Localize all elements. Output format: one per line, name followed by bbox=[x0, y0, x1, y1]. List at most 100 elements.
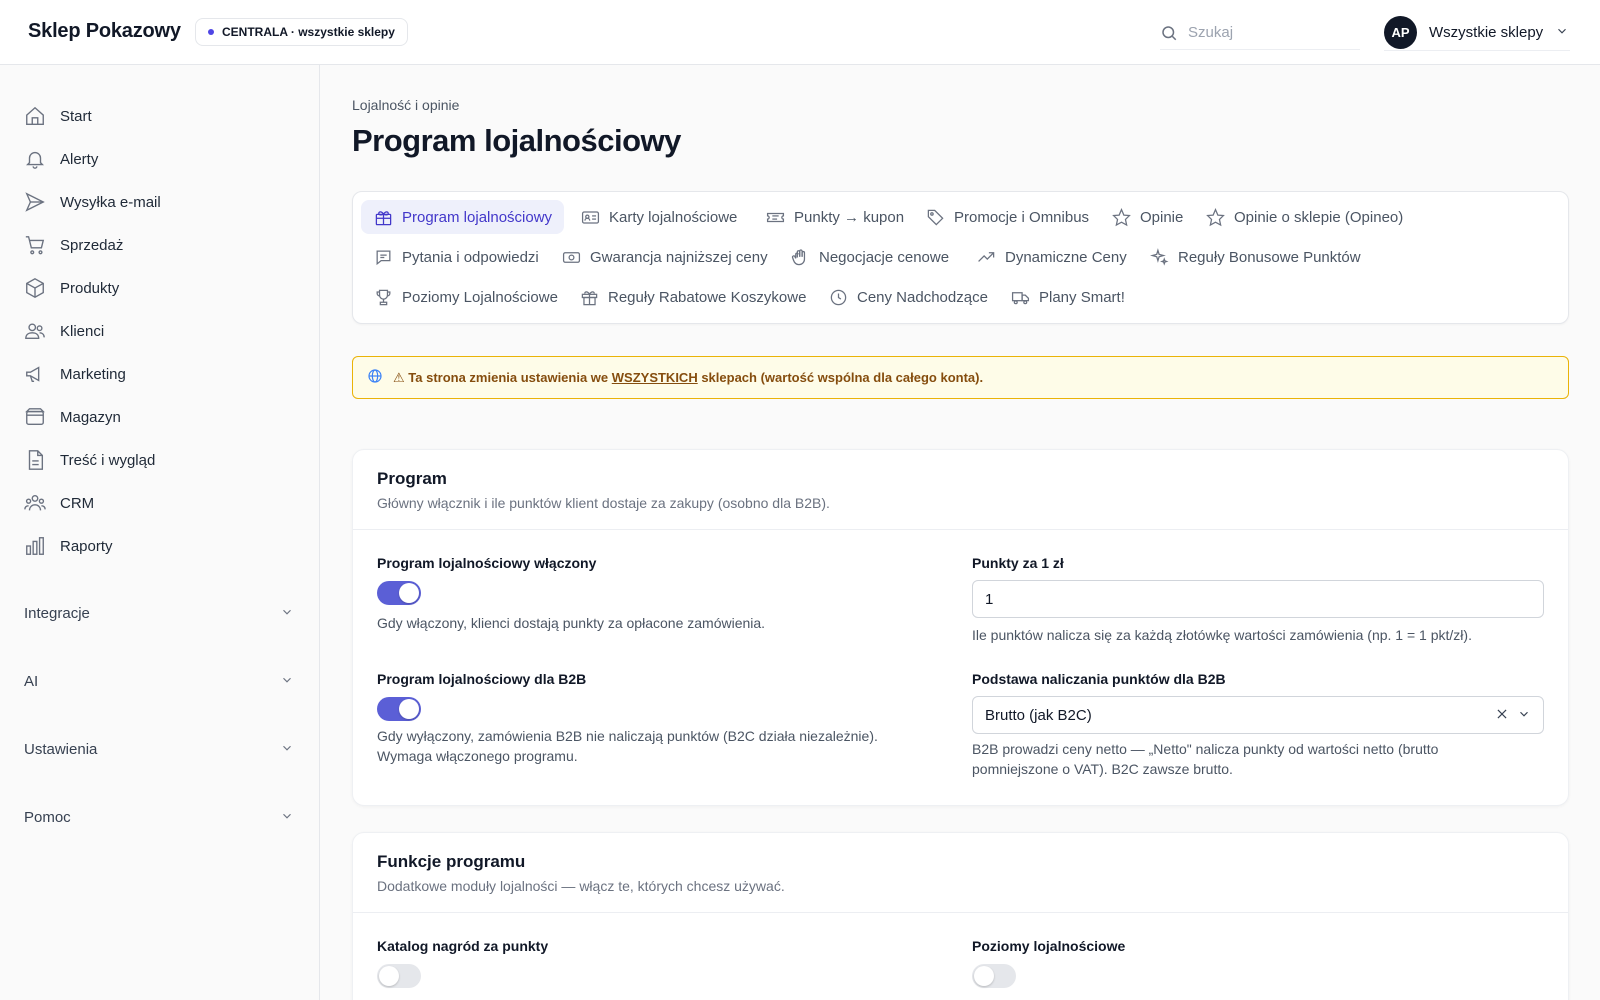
program-enabled-help: Gdy włączony, klienci dostają punkty za … bbox=[377, 615, 766, 631]
rewards-catalog-toggle[interactable] bbox=[377, 964, 421, 988]
sidebar-item-wysylka-email[interactable]: Wysyłka e-mail bbox=[24, 187, 294, 217]
points-per-pln-label: Punkty za 1 zł bbox=[972, 555, 1064, 571]
sidebar-item-produkty[interactable]: Produkty bbox=[24, 273, 294, 303]
truck-icon bbox=[1010, 287, 1030, 307]
gift-icon bbox=[373, 207, 393, 227]
search-box[interactable] bbox=[1160, 16, 1360, 50]
sidebar-item-alerty[interactable]: Alerty bbox=[24, 144, 294, 174]
program-card: Program Główny włącznik i ile punktów kl… bbox=[352, 449, 1569, 806]
sidebar-item-label: Alerty bbox=[60, 150, 99, 168]
tab-dynamiczne-ceny[interactable]: Dynamiczne Ceny bbox=[964, 240, 1139, 274]
sidebar-item-raporty[interactable]: Raporty bbox=[24, 531, 294, 561]
send-icon bbox=[24, 191, 46, 213]
bell-icon bbox=[24, 148, 46, 170]
b2b-program-label: Program lojalnościowy dla B2B bbox=[377, 671, 587, 687]
tab-label: Opinie bbox=[1140, 208, 1184, 226]
tab-negocjacje-cenowe[interactable]: Negocjacje cenowe bbox=[778, 240, 961, 274]
points-per-pln-input[interactable] bbox=[972, 580, 1544, 618]
tab-gwarancja-najnizszej-ceny[interactable]: Gwarancja najniższej ceny bbox=[549, 240, 780, 274]
sidebar: Start Alerty Wysyłka e-mail Sprzedaż Pro… bbox=[0, 65, 320, 1000]
sidebar-item-tresc-i-wyglad[interactable]: Treść i wygląd bbox=[24, 445, 294, 475]
program-enabled-label: Program lojalnościowy włączony bbox=[377, 555, 597, 571]
sidebar-group-pomoc[interactable]: Pomoc bbox=[24, 803, 294, 831]
b2b-basis-select-value: Brutto (jak B2C) bbox=[985, 706, 1092, 724]
program-enabled-toggle[interactable] bbox=[377, 581, 421, 605]
sidebar-group-ai[interactable]: AI bbox=[24, 667, 294, 695]
b2b-program-toggle[interactable] bbox=[377, 697, 421, 721]
alert-text: ⚠ Ta strona zmienia ustawienia we WSZYST… bbox=[393, 369, 984, 385]
tab-pytania-i-odpowiedzi[interactable]: Pytania i odpowiedzi bbox=[361, 240, 551, 274]
chevron-down-icon bbox=[280, 809, 294, 826]
tab-label: Plany Smart! bbox=[1039, 288, 1125, 306]
points-per-pln-help: Ile punktów nalicza się za każdą złotówk… bbox=[972, 627, 1472, 643]
loyalty-tiers-label: Poziomy lojalnościowe bbox=[972, 938, 1126, 954]
chevron-down-icon[interactable] bbox=[1517, 707, 1531, 724]
globe-icon bbox=[367, 368, 383, 387]
tab-punkty-kupon[interactable]: Punkty → kupon bbox=[753, 200, 916, 234]
tab-promocje-i-omnibus[interactable]: Promocje i Omnibus bbox=[913, 200, 1101, 234]
sidebar-item-label: Raporty bbox=[60, 537, 113, 555]
b2b-basis-label: Podstawa naliczania punktów dla B2B bbox=[972, 671, 1226, 687]
id-card-icon bbox=[580, 207, 600, 227]
sidebar-item-magazyn[interactable]: Magazyn bbox=[24, 402, 294, 432]
tab-poziomy-lojalnosciowe[interactable]: Poziomy Lojalnościowe bbox=[361, 280, 570, 314]
tab-label: Dynamiczne Ceny bbox=[1005, 248, 1127, 266]
tab-ceny-nadchodzace[interactable]: Ceny Nadchodzące bbox=[816, 280, 1000, 314]
trophy-icon bbox=[373, 287, 393, 307]
b2b-basis-help: B2B prowadzi ceny netto — „Netto" nalicz… bbox=[972, 741, 1439, 777]
sidebar-item-label: Magazyn bbox=[60, 408, 121, 426]
alert-emphasis: WSZYSTKICH bbox=[611, 369, 698, 385]
group-icon bbox=[24, 492, 46, 514]
clear-icon[interactable] bbox=[1495, 707, 1509, 724]
card-header: Funkcje programu Dodatkowe moduły lojaln… bbox=[353, 833, 1568, 913]
breadcrumb[interactable]: Lojalność i opinie bbox=[352, 97, 459, 113]
tab-karty-lojalnosciowe[interactable]: Karty lojalnościowe bbox=[568, 200, 749, 234]
sidebar-item-sprzedaz[interactable]: Sprzedaż bbox=[24, 230, 294, 260]
avatar[interactable]: AP bbox=[1384, 16, 1417, 49]
sidebar-item-marketing[interactable]: Marketing bbox=[24, 359, 294, 389]
top-bar: Sklep Pokazowy CENTRALA · wszystkie skle… bbox=[0, 0, 1600, 65]
tab-reguly-bonusowe-punktow[interactable]: Reguły Bonusowe Punktów bbox=[1137, 240, 1373, 274]
chat-icon bbox=[373, 247, 393, 267]
main-content: Lojalność i opinie Program lojalnościowy… bbox=[320, 65, 1600, 1000]
sidebar-item-label: Klienci bbox=[60, 322, 105, 340]
sidebar-group-ustawienia[interactable]: Ustawienia bbox=[24, 735, 294, 763]
sidebar-item-label: Marketing bbox=[60, 365, 126, 383]
tab-label: Poziomy Lojalnościowe bbox=[402, 288, 558, 306]
sidebar-item-label: CRM bbox=[60, 494, 95, 512]
scope-badge[interactable]: CENTRALA · wszystkie sklepy bbox=[195, 18, 408, 46]
tab-plany-smart[interactable]: Plany Smart! bbox=[998, 280, 1137, 314]
star-icon bbox=[1111, 207, 1131, 227]
b2b-basis-select[interactable]: Brutto (jak B2C) bbox=[972, 696, 1544, 734]
clock-icon bbox=[828, 287, 848, 307]
scope-badge-label: CENTRALA · wszystkie sklepy bbox=[222, 25, 395, 39]
chevron-down-icon bbox=[1555, 24, 1569, 41]
star-icon bbox=[1205, 207, 1225, 227]
sidebar-group-label: Ustawienia bbox=[24, 740, 98, 758]
sidebar-item-crm[interactable]: CRM bbox=[24, 488, 294, 518]
warehouse-icon bbox=[24, 406, 46, 428]
card-title: Funkcje programu bbox=[377, 852, 526, 871]
brand-name[interactable]: Sklep Pokazowy bbox=[28, 20, 181, 43]
sidebar-item-start[interactable]: Start bbox=[24, 101, 294, 131]
sidebar-item-label: Start bbox=[60, 107, 92, 125]
hand-icon bbox=[790, 247, 810, 267]
tab-opinie[interactable]: Opinie bbox=[1099, 200, 1195, 234]
search-input[interactable] bbox=[1188, 24, 1348, 41]
loyalty-tiers-toggle[interactable] bbox=[972, 964, 1016, 988]
card-subtitle: Główny włącznik i ile punktów klient dos… bbox=[377, 495, 830, 511]
card-subtitle: Dodatkowe moduły lojalności — włącz te, … bbox=[377, 878, 785, 894]
features-card: Funkcje programu Dodatkowe moduły lojaln… bbox=[352, 832, 1569, 1000]
rewards-catalog-label: Katalog nagród za punkty bbox=[377, 938, 549, 954]
search-icon bbox=[1160, 24, 1178, 42]
account-switcher[interactable]: AP Wszystkie sklepy bbox=[1384, 15, 1570, 51]
tab-reguly-rabatowe-koszykowe[interactable]: Reguły Rabatowe Koszykowe bbox=[567, 280, 818, 314]
tab-label: Program lojalnościowy bbox=[402, 208, 553, 226]
tab-program-lojalnosciowy[interactable]: Program lojalnościowy bbox=[361, 200, 565, 234]
tab-opinie-o-sklepie[interactable]: Opinie o sklepie (Opineo) bbox=[1193, 200, 1415, 234]
sidebar-item-klienci[interactable]: Klienci bbox=[24, 316, 294, 346]
tabs-bar: Program lojalnościowy Karty lojalnościow… bbox=[352, 191, 1569, 324]
tag-icon bbox=[925, 207, 945, 227]
sidebar-group-integracje[interactable]: Integracje bbox=[24, 599, 294, 627]
tab-label: Opinie o sklepie (Opineo) bbox=[1234, 208, 1404, 226]
